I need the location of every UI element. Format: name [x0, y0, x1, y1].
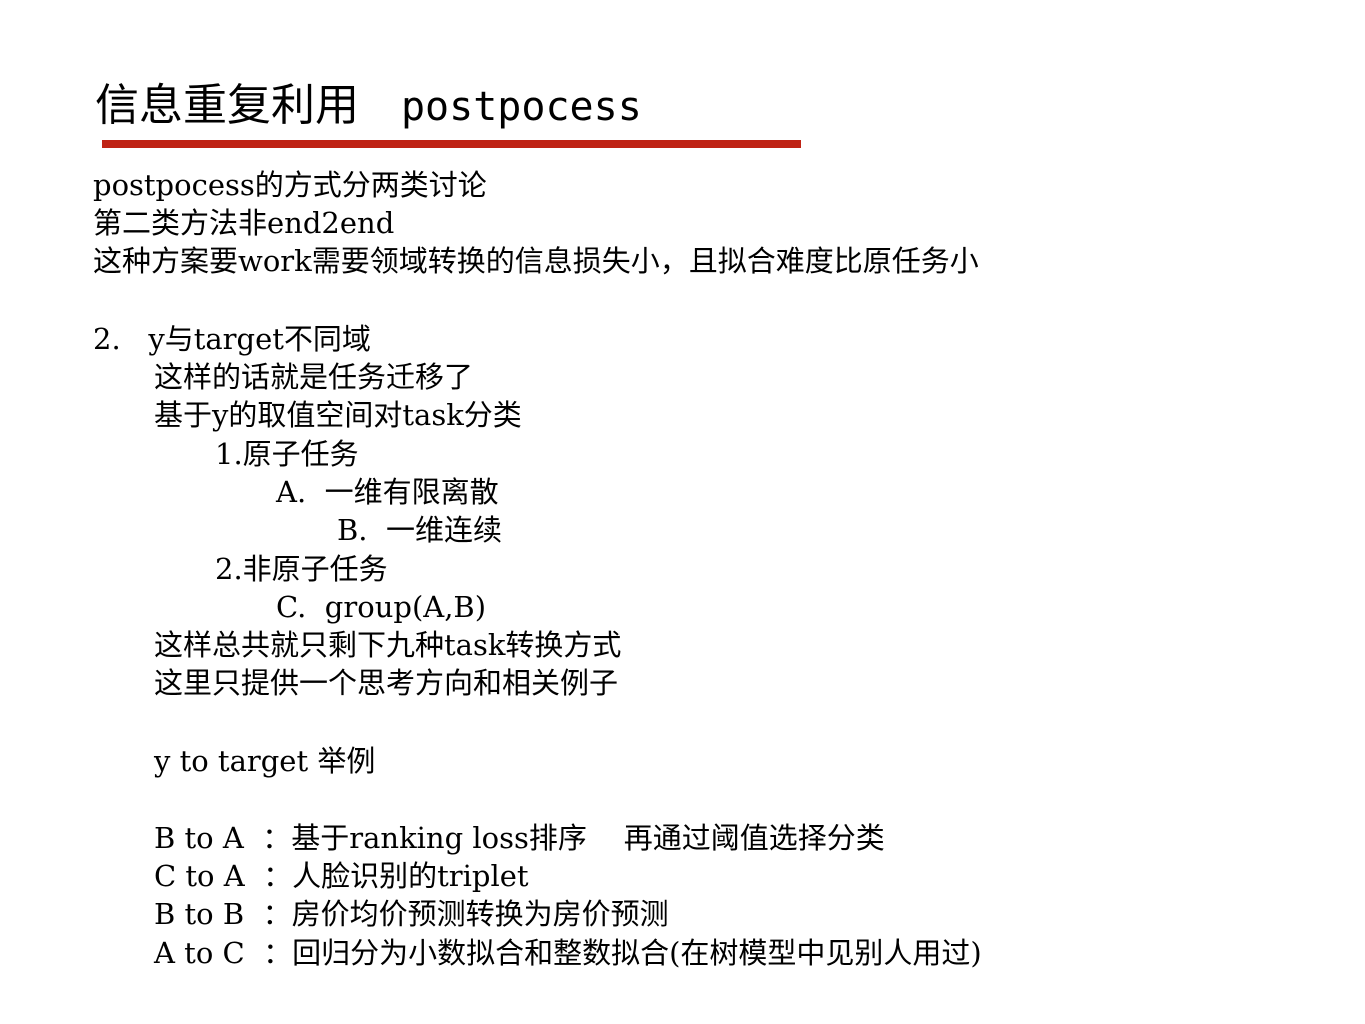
slide-title-en: postpocess: [400, 84, 642, 130]
sublist-item-b: B. 一维连续: [337, 513, 502, 547]
example-b-to-a: B to A ：基于ranking loss排序 再通过阈值选择分类: [154, 821, 885, 855]
body-line-nine-types: 这样总共就只剩下九种task转换方式: [154, 628, 622, 662]
examples-heading: y to target 举例: [154, 744, 376, 778]
sublist-item-a: A. 一维有限离散: [276, 475, 499, 509]
example-c-to-a: C to A ：人脸识别的triplet: [154, 859, 529, 893]
body-line-intro: postpocess的方式分两类讨论: [93, 168, 487, 202]
slide-title: 信息重复利用 postpocess: [95, 76, 642, 137]
title-underline: [102, 140, 801, 148]
body-line-classify: 基于y的取值空间对task分类: [154, 398, 522, 432]
sublist-item-c: C. group(A,B): [276, 590, 487, 624]
sublist-item-non-atomic: 2.非原子任务: [215, 552, 388, 586]
body-line-task-transfer: 这样的话就是任务迁移了: [154, 360, 474, 394]
example-b-to-b: B to B ：房价均价预测转换为房价预测: [154, 897, 669, 931]
example-a-to-c: A to C ：回归分为小数拟合和整数拟合(在树模型中见别人用过): [154, 936, 982, 970]
sublist-item-atomic: 1.原子任务: [215, 437, 359, 471]
body-line-condition: 这种方案要work需要领域转换的信息损失小，且拟合难度比原任务小: [93, 244, 979, 278]
list-item-2: 2. y与target不同域: [93, 322, 371, 356]
slide-title-zh: 信息重复利用: [95, 80, 359, 131]
body-line-method: 第二类方法非end2end: [93, 206, 395, 240]
body-line-direction: 这里只提供一个思考方向和相关例子: [154, 666, 619, 700]
